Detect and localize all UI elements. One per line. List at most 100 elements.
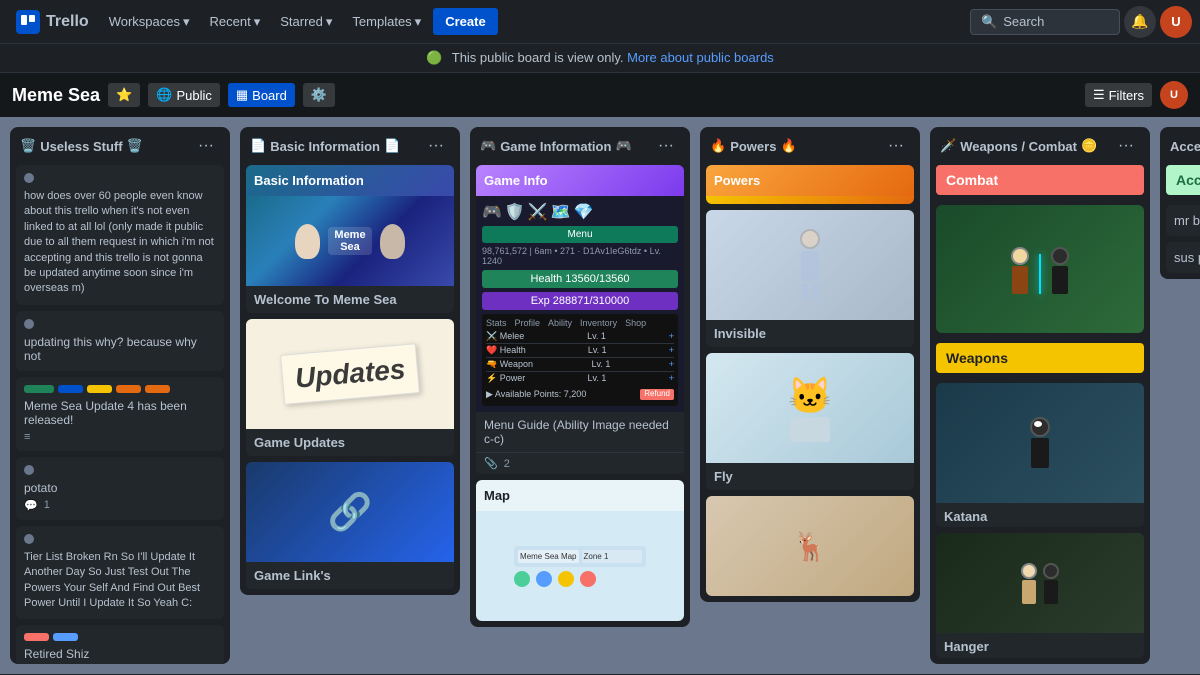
card-power-extra[interactable]: 🦌: [706, 496, 914, 596]
head2: [1051, 247, 1069, 265]
hc-head1: [1021, 563, 1037, 579]
char-body: [801, 251, 819, 281]
card-text: how does over 60 people even know about …: [24, 189, 216, 297]
map-visual: Meme Sea Map Zone 1: [510, 542, 650, 591]
card-text: updating this why? because why not: [24, 335, 216, 363]
starred-button[interactable]: Starred ▾: [272, 10, 340, 34]
banner-title-block: MemeSea: [328, 227, 371, 255]
emoji2: 🛡️: [505, 202, 525, 222]
search-bar[interactable]: 🔍 Search: [970, 9, 1120, 35]
card-combat-label[interactable]: Combat: [936, 165, 1144, 195]
doc-icon2: 📄: [384, 138, 400, 154]
menu-guide-text: Menu Guide (Ability Image needed c-c): [476, 412, 684, 452]
chevron-down-icon: ▾: [254, 14, 261, 30]
card-game-links[interactable]: 🔗 Game Link's: [246, 462, 454, 589]
power-extra-image: 🦌: [706, 496, 914, 596]
avatar[interactable]: U: [1160, 6, 1192, 38]
circle-red: [580, 571, 596, 587]
column-header-accessories: Accessories ···: [1160, 127, 1200, 165]
card-hanger[interactable]: Hanger: [936, 533, 1144, 658]
notifications-button[interactable]: 🔔: [1124, 6, 1156, 38]
label-green: [24, 385, 54, 393]
card-useless-2[interactable]: updating this why? because why not: [16, 311, 224, 371]
card-useless-5[interactable]: Tier List Broken Rn So I'll Update It An…: [16, 526, 224, 620]
column-weapons-combat: 🗡️ Weapons / Combat 🪙 ··· Combat: [930, 127, 1150, 664]
card-game-updates[interactable]: Updates Game Updates: [246, 319, 454, 456]
board-view-button[interactable]: ▦ Board: [228, 83, 295, 107]
column-menu-button[interactable]: ···: [192, 135, 220, 157]
sus-pals-text: sus pals (10%): [1174, 250, 1200, 265]
card-useless-3[interactable]: Meme Sea Update 4 has been released! ≡: [16, 377, 224, 451]
invisible-image: [706, 210, 914, 320]
map-grid: Meme Sea Map Zone 1: [514, 546, 646, 567]
emoji4: 🗺️: [551, 202, 571, 222]
meme-text: MemeSea: [328, 227, 371, 255]
column-title-basic: Basic Information: [270, 139, 380, 154]
updates-image: Updates: [246, 319, 454, 429]
comment-icon: 💬: [24, 499, 38, 512]
card-weapons-label[interactable]: Weapons: [936, 343, 1144, 373]
trash-icon2: 🗑️: [127, 138, 143, 154]
column-header-useless: 🗑️ Useless Stuff 🗑️ ···: [10, 127, 230, 165]
column-menu-button[interactable]: ···: [882, 135, 910, 157]
card-color-dot: [24, 534, 34, 544]
card-useless-1[interactable]: how does over 60 people even know about …: [16, 165, 224, 305]
recent-button[interactable]: Recent ▾: [202, 10, 269, 34]
card-combat-image[interactable]: [936, 205, 1144, 333]
card-mr-beast[interactable]: mr beast (5%): [1166, 205, 1200, 236]
globe-icon: 🌐: [156, 87, 172, 103]
card-header-basic: Basic Information: [246, 165, 454, 196]
column-title-useless: Useless Stuff: [40, 139, 122, 154]
templates-button[interactable]: Templates ▾: [344, 10, 429, 34]
map-cell: Meme Sea Map: [518, 550, 578, 563]
board-avatar[interactable]: U: [1160, 81, 1188, 109]
card-accessories-label[interactable]: Accessories: [1166, 165, 1200, 195]
card-color-dot: [24, 173, 34, 183]
star-button[interactable]: ⭐: [108, 83, 140, 107]
column-title-accessories: Accessories: [1170, 139, 1200, 154]
available-points: ▶ Available Points: 7,200Refund: [486, 387, 674, 402]
circle-yellow: [558, 571, 574, 587]
card-invisible[interactable]: Invisible: [706, 210, 914, 347]
filters-button[interactable]: ☰ Filters: [1085, 83, 1152, 107]
card-fly[interactable]: 🐱 Fly: [706, 353, 914, 490]
board-view-label: Board: [252, 88, 287, 103]
trash-icon: 🗑️: [20, 138, 36, 154]
card-useless-4[interactable]: potato 💬 1: [16, 457, 224, 520]
char-body-fly: [790, 417, 830, 442]
column-menu-button[interactable]: ···: [422, 135, 450, 157]
hc-body2: [1044, 580, 1058, 604]
more-about-boards-link[interactable]: More about public boards: [627, 50, 774, 65]
create-button[interactable]: Create: [433, 8, 497, 35]
column-game-information: 🎮 Game Information 🎮 ··· Game Info 🎮🛡️⚔️…: [470, 127, 690, 627]
card-katana[interactable]: Katana: [936, 383, 1144, 527]
column-cards-powers: Powers Invisible: [700, 165, 920, 602]
column-title-weapons: Weapons / Combat: [960, 139, 1077, 154]
trello-wordmark: Trello: [46, 13, 89, 31]
column-cards-game: Game Info 🎮🛡️⚔️🗺️💎 Menu 98,761,572 | 6am…: [470, 165, 690, 627]
column-basic-information: 📄 Basic Information 📄 ··· Basic Informat…: [240, 127, 460, 595]
sword-icon: 🗡️: [940, 138, 956, 154]
customize-button[interactable]: ⚙️: [303, 83, 335, 107]
board-canvas: 🗑️ Useless Stuff 🗑️ ··· how does over 60…: [0, 117, 1200, 674]
column-useless-stuff: 🗑️ Useless Stuff 🗑️ ··· how does over 60…: [10, 127, 230, 664]
board-header: Meme Sea ⭐ 🌐 Public ▦ Board ⚙️ ☰ Filters…: [0, 73, 1200, 117]
leg1: [801, 283, 808, 301]
links-title: Game Link's: [246, 562, 454, 589]
workspaces-button[interactable]: Workspaces ▾: [101, 10, 198, 34]
card-powers-header[interactable]: Powers: [706, 165, 914, 204]
card-basic-info[interactable]: Basic Information MemeSea Welcome To Mem…: [246, 165, 454, 313]
column-menu-button[interactable]: ···: [1112, 135, 1140, 157]
card-map[interactable]: Map Meme Sea Map Zone 1: [476, 480, 684, 621]
attachment-icon: ≡: [24, 431, 30, 443]
visibility-button[interactable]: 🌐 Public: [148, 83, 220, 107]
column-menu-button[interactable]: ···: [652, 135, 680, 157]
card-sus-pals[interactable]: sus pals (10%): [1166, 242, 1200, 273]
meme-sea-banner: MemeSea: [246, 196, 454, 286]
card-game-info[interactable]: Game Info 🎮🛡️⚔️🗺️💎 Menu 98,761,572 | 6am…: [476, 165, 684, 474]
trello-logo[interactable]: Trello: [8, 6, 97, 38]
hanger-image: [936, 533, 1144, 633]
body1: [1012, 266, 1028, 294]
card-useless-6[interactable]: Retired Shiz ≡: [16, 625, 224, 664]
fly-title: Fly: [706, 463, 914, 490]
